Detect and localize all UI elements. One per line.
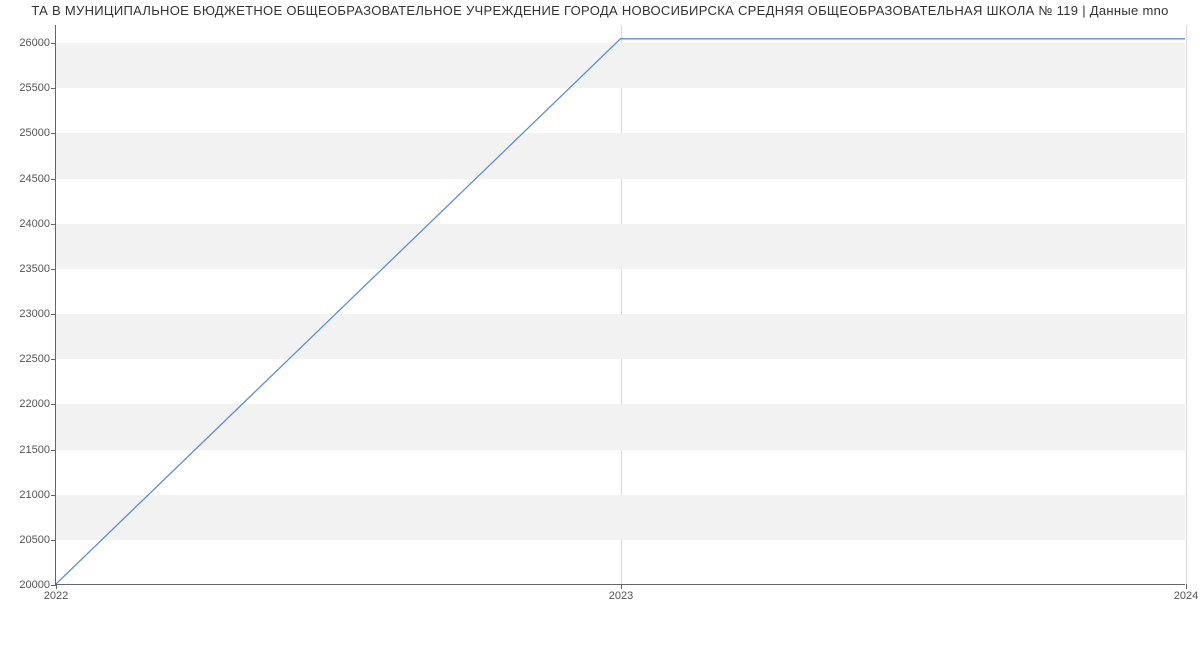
x-grid-line xyxy=(1186,25,1187,584)
y-tick-mark xyxy=(51,133,56,134)
y-tick-mark xyxy=(51,314,56,315)
grid-band xyxy=(56,133,1185,178)
x-tick-mark xyxy=(621,584,622,589)
y-tick-label: 22500 xyxy=(19,353,50,365)
y-tick-label: 23000 xyxy=(19,308,50,320)
plot-region: 2000020500210002150022000225002300023500… xyxy=(55,25,1185,585)
y-tick-mark xyxy=(51,179,56,180)
y-tick-mark xyxy=(51,495,56,496)
y-tick-mark xyxy=(51,404,56,405)
grid-band xyxy=(56,404,1185,449)
grid-band xyxy=(56,495,1185,540)
y-tick-mark xyxy=(51,269,56,270)
y-tick-mark xyxy=(51,43,56,44)
y-tick-mark xyxy=(51,450,56,451)
x-tick-label: 2024 xyxy=(1174,590,1198,602)
y-tick-mark xyxy=(51,224,56,225)
y-tick-mark xyxy=(51,88,56,89)
y-tick-mark xyxy=(51,359,56,360)
y-tick-label: 22000 xyxy=(19,398,50,410)
y-tick-label: 23500 xyxy=(19,263,50,275)
x-tick-mark xyxy=(1186,584,1187,589)
y-tick-label: 21500 xyxy=(19,444,50,456)
grid-band xyxy=(56,43,1185,88)
y-tick-label: 24000 xyxy=(19,218,50,230)
y-tick-label: 25500 xyxy=(19,82,50,94)
x-tick-label: 2023 xyxy=(609,590,633,602)
y-tick-label: 24500 xyxy=(19,173,50,185)
chart-area: 2000020500210002150022000225002300023500… xyxy=(55,25,1185,605)
grid-band xyxy=(56,314,1185,359)
y-tick-mark xyxy=(51,540,56,541)
grid-band xyxy=(56,224,1185,269)
y-tick-label: 26000 xyxy=(19,37,50,49)
x-tick-label: 2022 xyxy=(44,590,68,602)
y-tick-label: 20500 xyxy=(19,534,50,546)
chart-title: ТА В МУНИЦИПАЛЬНОЕ БЮДЖЕТНОЕ ОБЩЕОБРАЗОВ… xyxy=(0,3,1200,18)
y-tick-label: 21000 xyxy=(19,489,50,501)
x-tick-mark xyxy=(56,584,57,589)
y-tick-label: 25000 xyxy=(19,127,50,139)
